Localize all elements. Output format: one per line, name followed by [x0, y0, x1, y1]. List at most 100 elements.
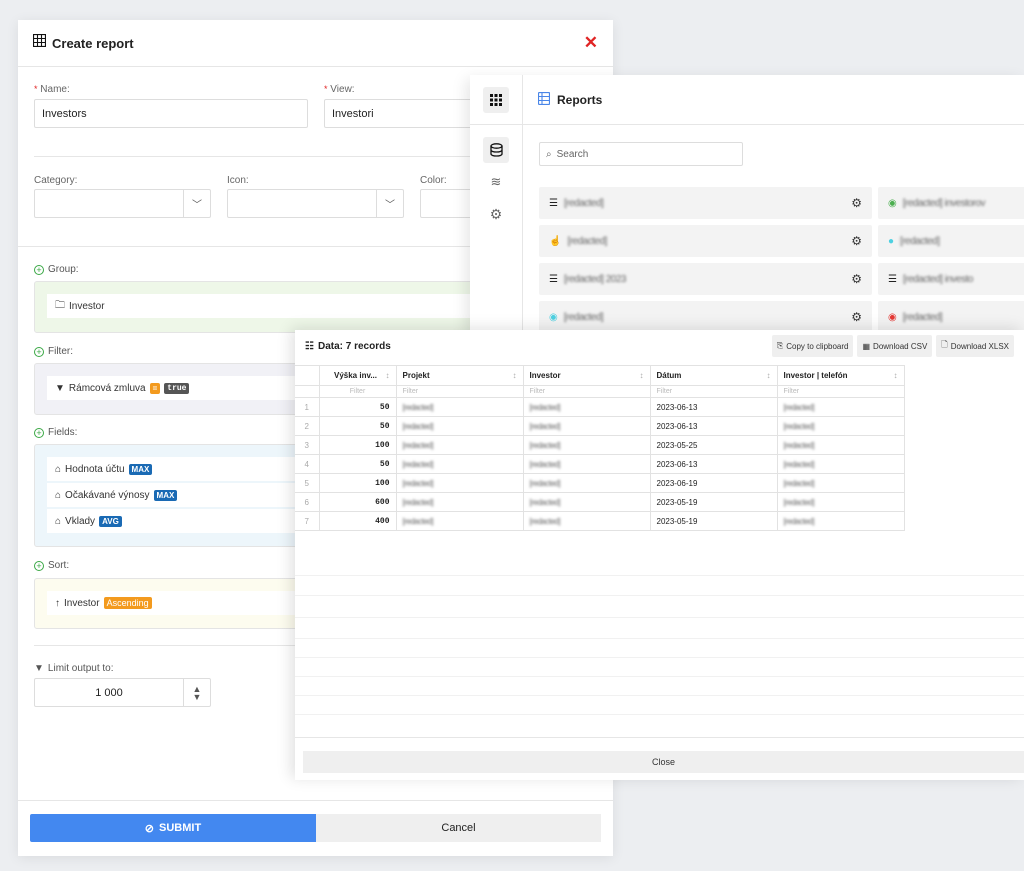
- report-item[interactable]: ☰ [redacted] ⚙: [539, 187, 872, 219]
- data-title: Data: 7 records: [317, 340, 391, 352]
- amount-cell: 600: [318, 492, 397, 512]
- date-cell: 2023-06-13: [649, 397, 778, 417]
- copy-clipboard-button[interactable]: ⎘ Copy to clipboard: [771, 335, 854, 357]
- close-button[interactable]: Close: [303, 751, 1024, 773]
- layers-icon[interactable]: ≋: [483, 169, 509, 195]
- user-circle-icon: ◉: [888, 197, 897, 209]
- user-circle-icon: ◉: [549, 311, 558, 323]
- folder-icon: 🗀: [55, 299, 65, 311]
- table-row[interactable]: 1 50 [redacted] [redacted] 2023-06-13 [redact…: [295, 397, 905, 417]
- report-item[interactable]: ◉ [redacted]: [878, 301, 1024, 333]
- investor-cell: [redacted]: [522, 511, 651, 531]
- aggregation-badge: MAX: [153, 489, 178, 501]
- view-label: * View:: [324, 84, 355, 95]
- operator-badge: =: [149, 382, 161, 394]
- sort-direction-badge: Ascending: [103, 597, 152, 609]
- column-filter-input[interactable]: Filter: [318, 385, 397, 398]
- group-item[interactable]: 🗀 Investor: [47, 294, 491, 318]
- sort-icon[interactable]: ↕: [767, 371, 771, 380]
- table-row[interactable]: 5 100 [redacted] [redacted] 2023-06-19 [redac…: [295, 473, 905, 493]
- table-row[interactable]: 4 50 [redacted] [redacted] 2023-06-13 [redact…: [295, 454, 905, 474]
- report-item[interactable]: ☰ [redacted] 2023 ⚙: [539, 263, 872, 295]
- dialog-header: Create report ✕: [18, 20, 613, 67]
- row-number: 7: [295, 511, 320, 531]
- amount-cell: 100: [318, 473, 397, 493]
- funnel-icon: ▼: [55, 382, 65, 394]
- limit-input[interactable]: 1 000: [35, 679, 183, 706]
- row-number: 2: [295, 416, 320, 436]
- phone-cell: [redacted]: [776, 492, 905, 512]
- gear-icon[interactable]: ⚙: [483, 201, 509, 227]
- list-icon: ☰: [549, 273, 558, 285]
- filter-section-label: + Filter:: [34, 346, 73, 357]
- table-row[interactable]: 6 600 [redacted] [redacted] 2023-05-19 [redac…: [295, 492, 905, 512]
- table-row[interactable]: 3 100 [redacted] [redacted] 2023-05-25 [redac…: [295, 435, 905, 455]
- download-xlsx-button[interactable]: 🗋 Download XLSX: [936, 335, 1014, 357]
- project-cell: [redacted]: [395, 511, 524, 531]
- row-number: 5: [295, 473, 320, 493]
- fields-section-label: + Fields:: [34, 427, 77, 438]
- report-item[interactable]: ☝ [redacted] ⚙: [539, 225, 872, 257]
- filter-row: Filter Filter Filter Filter Filter: [295, 385, 905, 398]
- tag-icon: ⌂: [55, 489, 62, 501]
- column-filter-input[interactable]: Filter: [649, 385, 778, 398]
- report-item[interactable]: ◉ [redacted] investorov: [878, 187, 1024, 219]
- investor-cell: [redacted]: [522, 473, 651, 493]
- project-cell: [redacted]: [395, 416, 524, 436]
- name-label: * Name:: [34, 84, 70, 95]
- clipboard-icon: ⎘: [776, 341, 784, 350]
- arrow-up-icon: ↑: [55, 597, 60, 609]
- sort-icon[interactable]: ↕: [894, 371, 898, 380]
- column-header[interactable]: Investor ↕: [522, 365, 651, 386]
- table-row[interactable]: 2 50 [redacted] [redacted] 2023-06-13 [redact…: [295, 416, 905, 436]
- close-icon[interactable]: ✕: [584, 33, 598, 53]
- date-cell: 2023-06-19: [649, 473, 778, 493]
- column-header[interactable]: Investor | telefón ↕: [776, 365, 905, 386]
- gear-icon[interactable]: ⚙: [851, 196, 862, 210]
- side-rail: ≋ ⚙: [470, 75, 523, 335]
- group-box: 🗀 Investor: [34, 281, 504, 333]
- divider: [18, 800, 613, 801]
- add-field-icon[interactable]: +: [34, 427, 44, 438]
- hand-icon: ☝: [549, 235, 562, 247]
- column-header[interactable]: Projekt ↕: [395, 365, 524, 386]
- data-header: ☷ Data: 7 records ⎘ Copy to clipboard ▦ Do…: [295, 330, 1024, 362]
- sort-icon[interactable]: ↕: [640, 371, 644, 380]
- column-filter-input[interactable]: Filter: [776, 385, 905, 398]
- add-sort-icon[interactable]: +: [34, 560, 44, 571]
- report-item[interactable]: ☰ [redacted] investo: [878, 263, 1024, 295]
- submit-button[interactable]: ⊘ SUBMIT: [30, 814, 316, 842]
- gear-icon[interactable]: ⚙: [851, 234, 862, 248]
- icon-select[interactable]: ﹀: [227, 189, 404, 218]
- table-row[interactable]: 7 400 [redacted] [redacted] 2023-05-19 [redac…: [295, 511, 905, 531]
- chevron-down-icon: ﹀: [376, 190, 403, 217]
- add-filter-icon[interactable]: +: [34, 346, 44, 357]
- investor-cell: [redacted]: [522, 416, 651, 436]
- column-filter-input[interactable]: Filter: [395, 385, 524, 398]
- apps-grid-icon[interactable]: [483, 86, 509, 113]
- name-input[interactable]: Investors: [34, 99, 308, 128]
- limit-stepper[interactable]: 1 000 ▲ ▼: [34, 678, 211, 707]
- database-icon[interactable]: [483, 137, 509, 163]
- column-filter-input[interactable]: Filter: [522, 385, 651, 398]
- gear-icon[interactable]: ⚙: [851, 272, 862, 286]
- report-item[interactable]: ◉ [redacted] ⚙: [539, 301, 872, 333]
- add-group-icon[interactable]: +: [34, 264, 44, 275]
- date-cell: 2023-05-19: [649, 511, 778, 531]
- sort-icon[interactable]: ↕: [386, 371, 390, 380]
- funnel-icon: ▼: [34, 663, 44, 674]
- column-header[interactable]: Dátum ↕: [649, 365, 778, 386]
- download-csv-button[interactable]: ▦ Download CSV: [857, 335, 933, 357]
- gear-icon[interactable]: ⚙: [851, 310, 862, 324]
- column-header[interactable]: Výška inv... ↕: [318, 365, 397, 386]
- sort-icon[interactable]: ↕: [513, 371, 517, 380]
- report-item[interactable]: ● [redacted]: [878, 225, 1024, 257]
- phone-cell: [redacted]: [776, 435, 905, 455]
- investor-cell: [redacted]: [522, 492, 651, 512]
- cancel-button[interactable]: Cancel: [316, 814, 601, 842]
- project-cell: [redacted]: [395, 454, 524, 474]
- category-select[interactable]: ﹀: [34, 189, 211, 218]
- search-input[interactable]: ⌕ Search: [539, 142, 743, 166]
- phone-cell: [redacted]: [776, 454, 905, 474]
- stepper-arrows-icon[interactable]: ▲ ▼: [183, 679, 210, 706]
